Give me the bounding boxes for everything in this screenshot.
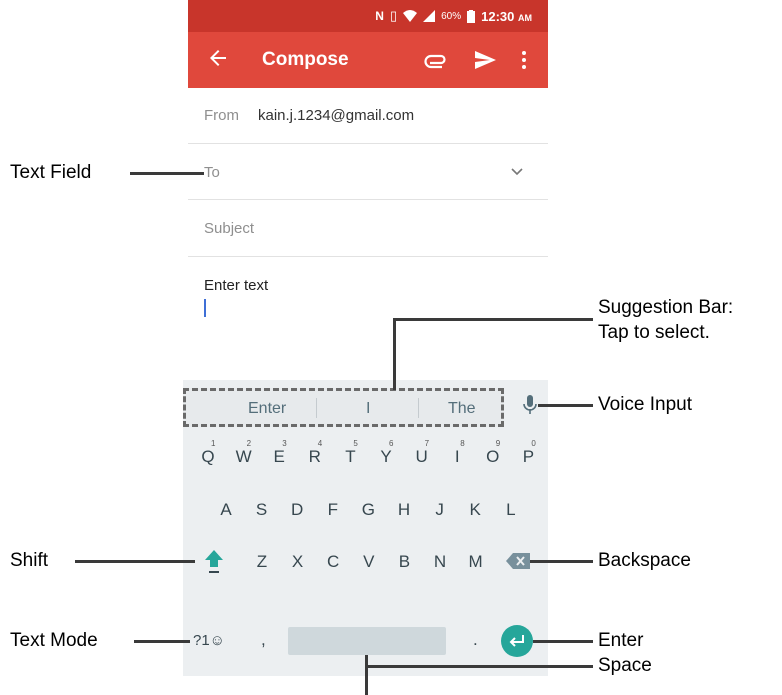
from-value[interactable]: kain.j.1234@gmail.com bbox=[258, 107, 414, 124]
callout-line-voice-input bbox=[538, 404, 593, 407]
key-h[interactable]: H bbox=[391, 500, 417, 520]
clock-time: 12:30 bbox=[481, 8, 515, 24]
callout-backspace: Backspace bbox=[598, 550, 691, 571]
key-x[interactable]: X bbox=[285, 552, 311, 572]
paperclip-icon[interactable] bbox=[424, 48, 448, 72]
key-digit-hint: 5 bbox=[353, 439, 358, 448]
key-g[interactable]: G bbox=[355, 500, 381, 520]
callout-line-suggestion-v bbox=[393, 318, 396, 390]
key-digit-hint: 3 bbox=[282, 439, 287, 448]
callout-suggestion-bar-hint: Tap to select. bbox=[598, 322, 710, 343]
status-bar: N ▯ 60% 12:30 AM bbox=[188, 0, 548, 32]
key-digit-hint: 7 bbox=[424, 439, 430, 448]
shift-arrow-icon[interactable] bbox=[204, 549, 224, 575]
text-cursor bbox=[204, 299, 206, 317]
chevron-down-icon[interactable] bbox=[511, 168, 523, 176]
key-l[interactable]: L bbox=[498, 500, 524, 520]
period-key[interactable]: . bbox=[473, 630, 478, 650]
text-mode-key[interactable]: ?1☺ bbox=[193, 632, 225, 649]
key-o[interactable]: O bbox=[480, 447, 506, 467]
key-u[interactable]: U bbox=[409, 447, 435, 467]
app-bar: Compose bbox=[188, 32, 548, 88]
key-d[interactable]: D bbox=[284, 500, 310, 520]
key-s[interactable]: S bbox=[249, 500, 275, 520]
key-digit-hint: 6 bbox=[389, 439, 394, 448]
key-r[interactable]: R bbox=[302, 447, 328, 467]
key-y[interactable]: Y bbox=[373, 447, 399, 467]
arrow-back-icon[interactable] bbox=[206, 46, 230, 70]
suggestion-bar: Enter I The bbox=[183, 388, 504, 427]
callout-line-text-field bbox=[130, 172, 204, 175]
callout-line-enter bbox=[533, 640, 593, 643]
suggestion-1[interactable]: Enter bbox=[248, 400, 286, 418]
suggestion-2[interactable]: I bbox=[366, 400, 370, 418]
clock: 12:30 AM bbox=[481, 9, 532, 24]
mic-icon[interactable] bbox=[523, 394, 537, 416]
body-text: Enter text bbox=[204, 277, 269, 294]
key-f[interactable]: F bbox=[320, 500, 346, 520]
key-n[interactable]: N bbox=[427, 552, 453, 572]
enter-icon[interactable] bbox=[501, 625, 533, 657]
key-digit-hint: 1 bbox=[211, 439, 216, 448]
callout-space: Space bbox=[598, 655, 652, 676]
key-m[interactable]: M bbox=[463, 552, 489, 572]
key-q[interactable]: Q bbox=[195, 447, 221, 467]
callout-suggestion-bar: Suggestion Bar: bbox=[598, 297, 734, 318]
page-title: Compose bbox=[262, 49, 349, 70]
subject-field[interactable]: Subject bbox=[188, 200, 548, 257]
key-w[interactable]: W bbox=[231, 447, 257, 467]
key-digit-hint: 9 bbox=[495, 439, 501, 448]
comma-key[interactable]: , bbox=[261, 630, 266, 650]
battery-icon bbox=[467, 9, 476, 23]
suggestion-3[interactable]: The bbox=[448, 400, 476, 418]
key-k[interactable]: K bbox=[462, 500, 488, 520]
key-digit-hint: 2 bbox=[246, 439, 252, 448]
key-z[interactable]: Z bbox=[249, 552, 275, 572]
key-b[interactable]: B bbox=[391, 552, 417, 572]
key-i[interactable]: I bbox=[444, 447, 470, 467]
callout-shift: Shift bbox=[10, 550, 49, 571]
clock-ampm: AM bbox=[518, 12, 532, 23]
key-t[interactable]: T bbox=[337, 447, 363, 467]
key-j[interactable]: J bbox=[427, 500, 453, 520]
callout-text-mode: Text Mode bbox=[10, 630, 98, 651]
callout-line-backspace bbox=[530, 560, 593, 563]
vibrate-icon: ▯ bbox=[389, 8, 398, 23]
callout-line-shift bbox=[75, 560, 195, 563]
key-p[interactable]: P bbox=[515, 447, 541, 467]
key-digit-hint: 0 bbox=[531, 439, 536, 448]
key-c[interactable]: C bbox=[320, 552, 346, 572]
key-v[interactable]: V bbox=[356, 552, 382, 572]
signal-icon bbox=[423, 10, 436, 22]
backspace-icon[interactable] bbox=[506, 553, 530, 569]
key-digit-hint: 4 bbox=[317, 439, 323, 448]
callout-line-text-mode bbox=[134, 640, 190, 643]
key-a[interactable]: A bbox=[213, 500, 239, 520]
send-icon[interactable] bbox=[473, 48, 497, 72]
space-key[interactable] bbox=[288, 627, 446, 655]
callout-line-space-h bbox=[365, 665, 593, 668]
callout-enter: Enter bbox=[598, 630, 644, 651]
from-row: From kain.j.1234@gmail.com bbox=[188, 88, 548, 144]
suggestion-divider bbox=[316, 398, 317, 418]
wifi-icon bbox=[403, 10, 418, 22]
callout-text-field: Text Field bbox=[10, 162, 92, 183]
suggestion-divider bbox=[418, 398, 419, 418]
subject-label: Subject bbox=[204, 220, 255, 237]
more-vert-icon[interactable] bbox=[520, 48, 528, 72]
to-label: To bbox=[204, 164, 220, 181]
callout-line-suggestion-h bbox=[393, 318, 593, 321]
to-field[interactable]: To bbox=[188, 144, 548, 200]
key-digit-hint: 8 bbox=[460, 439, 465, 448]
battery-percent: 60% bbox=[441, 10, 462, 22]
callout-line-space-v bbox=[365, 655, 368, 695]
from-label: From bbox=[204, 107, 239, 124]
key-e[interactable]: E bbox=[266, 447, 292, 467]
nfc-icon: N bbox=[375, 9, 384, 23]
callout-voice-input: Voice Input bbox=[598, 394, 693, 415]
